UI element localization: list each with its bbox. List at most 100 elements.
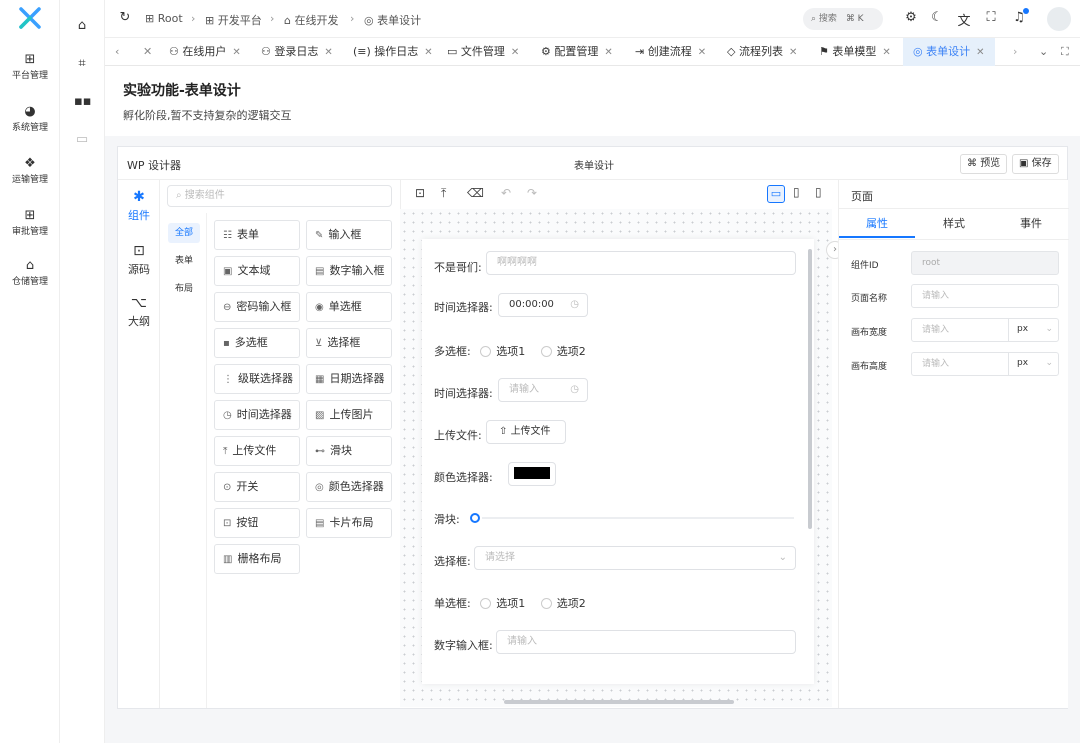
slider-handle[interactable] <box>470 513 480 523</box>
component-input[interactable]: ✎ 输入框 <box>306 220 392 250</box>
unit-select[interactable]: px ⌄ <box>1008 352 1059 376</box>
tabs-scroll-right[interactable]: › <box>1013 38 1017 66</box>
component-radio[interactable]: ◉ 单选框 <box>306 292 392 322</box>
tab-close-icon[interactable]: ✕ <box>143 38 152 66</box>
close-icon[interactable]: ✕ <box>511 47 519 58</box>
tab-flow-list[interactable]: ◇ 流程列表 ✕ <box>727 38 797 66</box>
component-card-layout[interactable]: ▤ 卡片布局 <box>306 508 392 538</box>
tab-create-flow[interactable]: ⇥ 创建流程 ✕ <box>635 38 706 66</box>
canvas-width-input[interactable]: 请输入 px ⌄ <box>911 318 1059 342</box>
translate-icon[interactable]: 文 <box>956 10 972 29</box>
close-icon[interactable]: ✕ <box>976 47 984 58</box>
tab-styles[interactable]: 样式 <box>916 210 992 238</box>
breadcrumb-form-design[interactable]: ◎ 表单设计 <box>364 12 421 28</box>
fullscreen-icon[interactable]: ⛶ <box>983 10 999 26</box>
component-textarea[interactable]: ▣ 文本域 <box>214 256 300 286</box>
rail-item-storage[interactable]: ⌂ 仓储管理 <box>0 258 60 287</box>
tab-form-design[interactable]: ◎ 表单设计 ✕ <box>903 38 995 66</box>
rail-item-system[interactable]: ◕ 系统管理 <box>0 104 60 133</box>
close-icon[interactable]: ✕ <box>232 47 240 58</box>
breadcrumb-online-dev[interactable]: ⌂ 在线开发 <box>284 12 338 28</box>
category-form[interactable]: 表单 <box>162 251 206 271</box>
component-button[interactable]: ⊡ 按钮 <box>214 508 300 538</box>
app-logo[interactable] <box>18 6 42 30</box>
close-icon[interactable]: ✕ <box>698 47 706 58</box>
color-picker-field[interactable] <box>508 462 556 486</box>
rail-item-transport[interactable]: ❖ 运输管理 <box>0 156 60 185</box>
save-button[interactable]: ▣ 保存 <box>1012 154 1059 174</box>
export-icon[interactable]: ⤒ <box>441 186 446 201</box>
design-canvas[interactable]: 不是哥们: 啊啊啊啊 时间选择器: 00:00:00 ◷ 多选框: 选项1 选项2… <box>400 209 832 707</box>
canvas-h-scrollbar[interactable] <box>504 700 734 704</box>
side-tab-outline[interactable]: ⌥ 大纲 <box>118 295 160 329</box>
category-all[interactable]: 全部 <box>168 223 200 243</box>
slider-track[interactable] <box>482 517 794 519</box>
component-time-picker[interactable]: ◷ 时间选择器 <box>214 400 300 430</box>
close-icon[interactable]: ✕ <box>324 47 332 58</box>
settings-icon[interactable]: ⚙ <box>903 10 919 26</box>
side-tab-source[interactable]: ⊡ 源码 <box>118 243 160 277</box>
tab-events[interactable]: 事件 <box>993 210 1069 238</box>
component-slider[interactable]: ⊷ 滑块 <box>306 436 392 466</box>
undo-icon[interactable]: ↶ <box>501 186 511 200</box>
component-color-picker[interactable]: ◎ 颜色选择器 <box>306 472 392 502</box>
breadcrumb-dev-platform[interactable]: ⊞ 开发平台 <box>205 12 262 28</box>
tab-operation-log[interactable]: (≡) 操作日志 ✕ <box>353 38 433 66</box>
desktop-icon[interactable]: ▭ <box>767 185 785 203</box>
component-upload-file[interactable]: ⤒ 上传文件 <box>214 436 300 466</box>
close-icon[interactable]: ✕ <box>882 47 890 58</box>
tab-login-log[interactable]: ⚇ 登录日志 ✕ <box>261 38 333 66</box>
tab-properties[interactable]: 属性 <box>839 210 915 238</box>
apps-icon[interactable]: ▪▪ <box>74 94 92 110</box>
upload-file-button[interactable]: ⇧ 上传文件 <box>486 420 566 444</box>
checkbox-option[interactable]: 选项2 <box>540 345 586 358</box>
moon-icon[interactable]: ☾ <box>929 10 945 26</box>
radio-option[interactable]: 选项2 <box>540 597 586 610</box>
component-grid-layout[interactable]: ▥ 栅格布局 <box>214 544 300 574</box>
search-button[interactable]: ⌕ 搜索 ⌘ K <box>803 8 883 30</box>
form-icon[interactable]: ▭ <box>74 132 90 148</box>
tab-form-model[interactable]: ⚑ 表单模型 ✕ <box>819 38 891 66</box>
avatar[interactable] <box>1047 7 1071 31</box>
component-date-picker[interactable]: ▦ 日期选择器 <box>306 364 392 394</box>
chevron-down-icon[interactable]: ⌄ <box>1039 38 1048 66</box>
rail-item-platform[interactable]: ⊞ 平台管理 <box>0 52 60 81</box>
page-name-input[interactable]: 请输入 <box>911 284 1059 308</box>
component-password[interactable]: ⊖ 密码输入框 <box>214 292 300 322</box>
home-icon[interactable]: ⌂ <box>74 18 90 34</box>
tablet-icon[interactable]: ▯ <box>793 185 800 199</box>
tab-online-users[interactable]: ⚇ 在线用户 ✕ <box>169 38 241 66</box>
component-switch[interactable]: ⊙ 开关 <box>214 472 300 502</box>
component-checkbox[interactable]: ▪ 多选框 <box>214 328 300 358</box>
form-scrollbar[interactable] <box>808 249 812 529</box>
component-number-input[interactable]: ▤ 数字输入框 <box>306 256 392 286</box>
close-icon[interactable]: ✕ <box>424 47 432 58</box>
time-picker-field[interactable]: 00:00:00 ◷ <box>498 293 588 317</box>
checkbox-option[interactable]: 选项1 <box>480 345 525 358</box>
component-upload-image[interactable]: ▨ 上传图片 <box>306 400 392 430</box>
unit-select[interactable]: px ⌄ <box>1008 318 1059 342</box>
component-search-input[interactable]: ⌕ 搜索组件 <box>167 185 392 207</box>
expand-icon[interactable]: ⛶ <box>1061 38 1069 66</box>
code-icon[interactable]: ⊡ <box>415 186 425 200</box>
mobile-icon[interactable]: ▯ <box>815 185 822 199</box>
time-picker-field[interactable]: 请输入 ◷ <box>498 378 588 402</box>
category-layout[interactable]: 布局 <box>162 279 206 299</box>
text-input-field[interactable]: 啊啊啊啊 <box>486 251 796 275</box>
component-cascader[interactable]: ⋮ 级联选择器 <box>214 364 300 394</box>
number-input-field[interactable]: 请输入 <box>496 630 796 654</box>
canvas-height-input[interactable]: 请输入 px ⌄ <box>911 352 1059 376</box>
component-form[interactable]: ☷ 表单 <box>214 220 300 250</box>
side-tab-components[interactable]: ✱ 组件 <box>118 189 160 223</box>
breadcrumb-root[interactable]: ⊞ Root <box>145 12 183 25</box>
preview-button[interactable]: ⌘ 预览 <box>960 154 1008 174</box>
redo-icon[interactable]: ↷ <box>527 186 537 200</box>
component-select[interactable]: ⊻ 选择框 <box>306 328 392 358</box>
radio-option[interactable]: 选项1 <box>480 597 525 610</box>
close-icon[interactable]: ✕ <box>789 47 797 58</box>
close-icon[interactable]: ✕ <box>604 47 612 58</box>
tab-config-manage[interactable]: ⚙ 配置管理 ✕ <box>541 38 613 66</box>
select-field[interactable]: 请选择 ⌄ <box>474 546 796 570</box>
tabs-scroll-left[interactable]: ‹ <box>115 38 119 66</box>
frame-icon[interactable]: ⌗ <box>74 56 90 72</box>
